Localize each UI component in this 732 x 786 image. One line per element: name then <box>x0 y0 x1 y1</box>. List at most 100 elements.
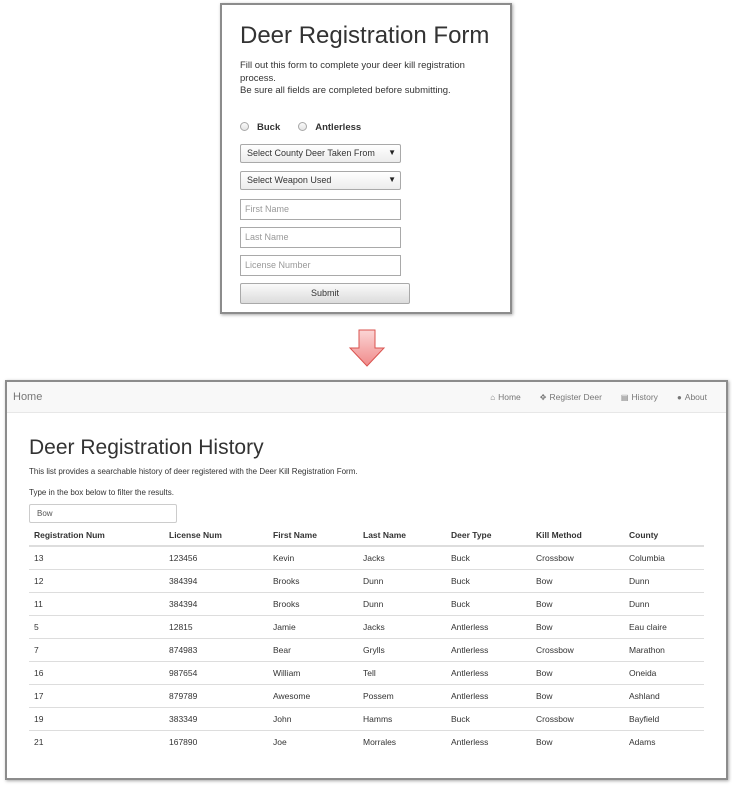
table-cell: Buck <box>446 591 531 615</box>
table-cell: Antlerless <box>446 614 531 638</box>
column-header: First Name <box>268 524 358 547</box>
column-header: License Num <box>164 524 268 547</box>
county-select-value: Select County Deer Taken From <box>247 148 375 158</box>
history-table: Registration Num License Num First Name … <box>29 524 704 753</box>
table-cell: Marathon <box>624 637 704 661</box>
column-header: Registration Num <box>29 524 164 547</box>
license-number-placeholder: License Number <box>245 260 311 270</box>
table-row: 12 384394 Brooks Dunn Buck Bow Dunn <box>29 568 704 592</box>
table-cell: Columbia <box>629 552 665 563</box>
table-cell: Brooks <box>268 591 358 615</box>
table-cell: Kevin <box>273 552 295 563</box>
column-header: Last Name <box>358 524 446 547</box>
nav-link-register-deer-label: Register Deer <box>549 392 602 402</box>
table-cell: Buck <box>451 552 470 563</box>
nav-link-about-label: About <box>684 392 707 402</box>
dropdown-arrow-icon: ▼ <box>388 147 396 157</box>
table-cell: Buck <box>446 568 531 592</box>
table-cell: 5 <box>29 614 164 638</box>
nav-links: ⌂ Home ✥ Register Deer ▤ History ● About <box>490 382 726 412</box>
antlerless-radio[interactable] <box>298 121 308 131</box>
table-cell: Bow <box>531 614 624 638</box>
weapon-select-value: Select Weapon Used <box>247 175 332 185</box>
table-cell: Bow <box>531 660 624 684</box>
nav-link-register-deer[interactable]: ✥ Register Deer <box>540 392 602 402</box>
table-cell: 874983 <box>164 637 268 661</box>
weapon-select[interactable]: Select Weapon Used ▼ <box>240 170 401 190</box>
table-cell: Eau claire <box>624 614 704 638</box>
submit-button-label: Submit <box>310 288 339 298</box>
table-cell: 21 <box>29 729 164 753</box>
table-cell: Adams <box>624 729 704 753</box>
table-header-row: Registration Num License Num First Name … <box>29 524 704 547</box>
navbar-brand[interactable]: Home <box>13 391 42 403</box>
table-cell: Bayfield <box>624 706 704 730</box>
table-cell: 16 <box>29 660 164 684</box>
table-cell: 384394 <box>164 568 268 592</box>
table-cell: Dunn <box>358 568 446 592</box>
table-cell: Dunn <box>358 591 446 615</box>
table-cell: Buck <box>446 706 531 730</box>
table-row: 5 12815 Jamie Jacks Antlerless Bow Eau c… <box>29 614 704 638</box>
table-cell: Crossbow <box>536 552 574 563</box>
history-content: Deer Registration History This list prov… <box>7 435 726 753</box>
table-cell: Dunn <box>624 591 704 615</box>
nav-link-about[interactable]: ● About <box>677 392 707 402</box>
table-cell: John <box>268 706 358 730</box>
history-panel: Home ⌂ Home ✥ Register Deer ▤ History ● … <box>5 380 728 780</box>
history-table-body: 13 123456 Kevin Jacks Buck Crossbow Colu… <box>29 546 704 753</box>
table-cell: 384394 <box>164 591 268 615</box>
column-header: Kill Method <box>531 524 624 547</box>
table-cell: 879789 <box>164 683 268 707</box>
nav-link-history[interactable]: ▤ History <box>621 392 658 402</box>
table-row: 7 874983 Bear Grylls Antlerless Crossbow… <box>29 637 704 661</box>
history-description: This list provides a searchable history … <box>29 467 358 476</box>
county-select[interactable]: Select County Deer Taken From ▼ <box>240 143 401 163</box>
table-cell: Hamms <box>358 706 446 730</box>
table-cell: Oneida <box>624 660 704 684</box>
nav-link-home-label: Home <box>498 392 521 402</box>
form-description-line1: Fill out this form to complete your deer… <box>240 60 465 84</box>
buck-radio-label: Buck <box>257 121 281 133</box>
table-cell: Joe <box>268 729 358 753</box>
move-icon: ✥ <box>539 392 547 402</box>
table-cell: Dunn <box>624 568 704 592</box>
antlerless-radio-label: Antlerless <box>315 121 362 133</box>
list-icon: ▤ <box>620 392 629 402</box>
user-icon: ● <box>676 392 682 402</box>
table-cell: 17 <box>29 683 164 707</box>
table-cell: Grylls <box>358 637 446 661</box>
nav-link-home[interactable]: ⌂ Home <box>490 392 521 402</box>
first-name-placeholder: First Name <box>245 204 290 214</box>
deer-type-radio-group: Buck Antlerless <box>240 121 492 133</box>
home-icon: ⌂ <box>490 392 496 402</box>
last-name-input[interactable]: Last Name <box>240 226 401 248</box>
dropdown-arrow-icon: ▼ <box>388 174 396 184</box>
table-cell: Morrales <box>358 729 446 753</box>
table-cell: Bow <box>531 591 624 615</box>
table-cell: Crossbow <box>531 637 624 661</box>
filter-input-value: Bow <box>37 509 53 518</box>
table-cell: 13 <box>34 552 44 563</box>
license-number-input[interactable]: License Number <box>240 254 401 276</box>
table-cell: 12815 <box>164 614 268 638</box>
table-cell: 11 <box>29 591 164 615</box>
navbar: Home ⌂ Home ✥ Register Deer ▤ History ● … <box>7 382 726 413</box>
table-cell: Crossbow <box>531 706 624 730</box>
table-cell: Tell <box>358 660 446 684</box>
table-cell: Antlerless <box>446 683 531 707</box>
table-cell: Jacks <box>363 552 385 563</box>
table-cell: 987654 <box>164 660 268 684</box>
first-name-input[interactable]: First Name <box>240 198 401 220</box>
submit-button[interactable]: Submit <box>240 282 410 304</box>
column-header: County <box>624 524 704 547</box>
down-arrow-icon <box>348 329 386 367</box>
form-title: Deer Registration Form <box>240 22 490 49</box>
table-row: 16 987654 William Tell Antlerless Bow On… <box>29 660 704 684</box>
table-cell: 19 <box>29 706 164 730</box>
table-cell: Jamie <box>268 614 358 638</box>
page-title: Deer Registration History <box>29 436 264 459</box>
table-cell: 12 <box>29 568 164 592</box>
filter-input[interactable]: Bow <box>29 504 177 523</box>
buck-radio[interactable] <box>240 121 249 131</box>
